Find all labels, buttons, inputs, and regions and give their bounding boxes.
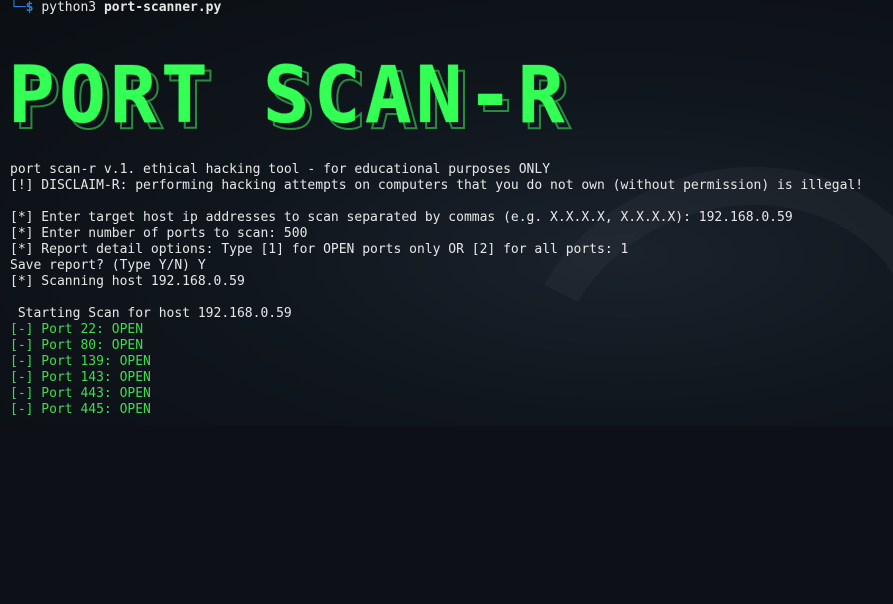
- result-line: [-] Port 143: OPEN: [10, 370, 151, 385]
- prompt-argument: port-scanner.py: [103, 0, 222, 15]
- ascii-banner: PORT SCAN-R PORT SCAN-R: [8, 48, 708, 148]
- result-line: [-] Port 80: OPEN: [10, 338, 144, 353]
- output-line: [*] Scanning host 192.168.0.59: [10, 274, 245, 289]
- terminal-window[interactable]: └─$ python3 port-scanner.py PORT SCAN-R …: [0, 0, 893, 426]
- result-line: [-] Port 443: OPEN: [10, 386, 151, 401]
- banner-title: PORT SCAN-R: [8, 48, 569, 144]
- output-line: port scan-r v.1. ethical hacking tool - …: [10, 162, 551, 177]
- output-line: Starting Scan for host 192.168.0.59: [10, 306, 292, 321]
- result-line: [-] Port 139: OPEN: [10, 354, 151, 369]
- result-line: [-] Port 22: OPEN: [10, 322, 144, 337]
- prompt-corner-glyph: └─: [10, 0, 26, 15]
- output-line: [*] Report detail options: Type [1] for …: [10, 242, 629, 257]
- result-line: [-] Port 445: OPEN: [10, 402, 151, 417]
- prompt-dollar: $: [25, 0, 34, 15]
- output-line: [!] DISCLAIM-R: performing hacking attem…: [10, 178, 864, 193]
- output-line: Save report? (Type Y/N) Y: [10, 258, 206, 273]
- command-prompt: └─$ python3 port-scanner.py: [10, 0, 221, 16]
- output-line: [*] Enter number of ports to scan: 500: [10, 226, 308, 241]
- output-line: [*] Enter target host ip addresses to sc…: [10, 210, 793, 225]
- prompt-command: python3: [41, 0, 97, 15]
